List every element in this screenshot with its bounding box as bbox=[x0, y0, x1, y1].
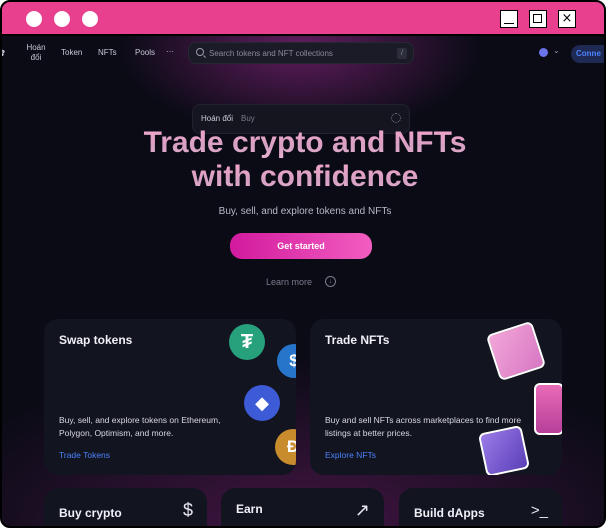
explore-nfts-link[interactable]: Explore NFTs bbox=[325, 450, 376, 460]
minimize-icon bbox=[504, 22, 514, 24]
window-dot-2[interactable] bbox=[54, 11, 70, 27]
nav-swap-label-2: đổi bbox=[30, 53, 42, 62]
dollar-icon: $ bbox=[182, 500, 193, 520]
buy-tab[interactable]: Buy bbox=[241, 114, 255, 123]
swap-tokens-card[interactable]: Swap tokens Buy, sell, and explore token… bbox=[44, 319, 296, 475]
earn-card[interactable]: Earn ↗ bbox=[221, 488, 384, 526]
buy-crypto-title: Buy crypto bbox=[59, 506, 122, 520]
arrow-down-icon[interactable]: ↓ bbox=[325, 276, 336, 287]
chevron-down-icon[interactable]: ⌄ bbox=[553, 46, 560, 55]
trade-nfts-card[interactable]: Trade NFTs Buy and sell NFTs across mark… bbox=[310, 319, 562, 475]
terminal-icon: >_ bbox=[530, 502, 548, 519]
hero-title-line-1: Trade crypto and NFTs bbox=[2, 126, 604, 160]
nft-thumbnail-1 bbox=[485, 320, 547, 382]
window-dot-1[interactable] bbox=[26, 11, 42, 27]
uniswap-logo-icon[interactable]: ✿ bbox=[2, 46, 8, 60]
maximize-button[interactable] bbox=[529, 10, 547, 28]
maximize-icon bbox=[533, 14, 542, 23]
title-bar: × bbox=[2, 2, 604, 36]
hero-subtitle: Buy, sell, and explore tokens and NFTs bbox=[218, 206, 392, 217]
top-nav: ✿ Hoán đổi Token NFTs Pools ··· Search t… bbox=[2, 36, 604, 70]
trade-tokens-link[interactable]: Trade Tokens bbox=[59, 450, 110, 460]
network-icon[interactable] bbox=[539, 48, 548, 57]
swap-tab[interactable]: Hoán đổi bbox=[201, 114, 233, 123]
dai-icon: Đ bbox=[275, 429, 296, 465]
get-started-button[interactable]: Get started bbox=[230, 233, 372, 259]
buy-crypto-card[interactable]: Buy crypto $ bbox=[44, 488, 207, 526]
settings-gear-icon[interactable] bbox=[391, 113, 401, 123]
nav-nfts[interactable]: NFTs bbox=[98, 48, 117, 58]
search-shortcut-key: / bbox=[397, 48, 407, 59]
nav-swap-label: Hoán bbox=[26, 43, 46, 52]
trade-nfts-title: Trade NFTs bbox=[325, 333, 390, 347]
build-dapps-card[interactable]: Build dApps >_ bbox=[399, 488, 562, 526]
ethereum-icon: ◆ bbox=[244, 385, 280, 421]
nav-pools[interactable]: Pools bbox=[135, 48, 155, 58]
nft-thumbnail-3 bbox=[477, 424, 531, 475]
nav-tokens[interactable]: Token bbox=[61, 48, 82, 58]
earn-title: Earn bbox=[236, 502, 263, 516]
search-placeholder: Search tokens and NFT collections bbox=[209, 49, 333, 58]
swap-tokens-title: Swap tokens bbox=[59, 333, 133, 347]
build-dapps-title: Build dApps bbox=[414, 506, 485, 520]
connect-wallet-button[interactable]: Conne bbox=[571, 45, 604, 63]
tether-icon: ₮ bbox=[229, 324, 265, 360]
window-dot-3[interactable] bbox=[82, 11, 98, 27]
search-icon bbox=[196, 48, 204, 56]
close-button[interactable]: × bbox=[558, 10, 576, 28]
uniswap-app: ✿ Hoán đổi Token NFTs Pools ··· Search t… bbox=[2, 36, 604, 526]
minimize-button[interactable] bbox=[500, 10, 518, 28]
swap-tokens-description: Buy, sell, and explore tokens on Ethereu… bbox=[59, 415, 221, 438]
learn-more-link[interactable]: Learn more bbox=[266, 277, 312, 287]
browser-window: × ✿ Hoán đổi Token NFTs Pools ··· Search… bbox=[0, 0, 606, 528]
more-menu-icon[interactable]: ··· bbox=[166, 47, 174, 57]
trending-up-icon: ↗ bbox=[354, 500, 370, 520]
search-bar[interactable]: Search tokens and NFT collections / bbox=[188, 42, 414, 64]
nft-thumbnail-2 bbox=[534, 383, 562, 435]
hero-title-line-2: with confidence bbox=[2, 160, 604, 194]
usdc-icon: $ bbox=[277, 344, 296, 378]
nav-swap[interactable]: Hoán đổi bbox=[22, 43, 50, 63]
